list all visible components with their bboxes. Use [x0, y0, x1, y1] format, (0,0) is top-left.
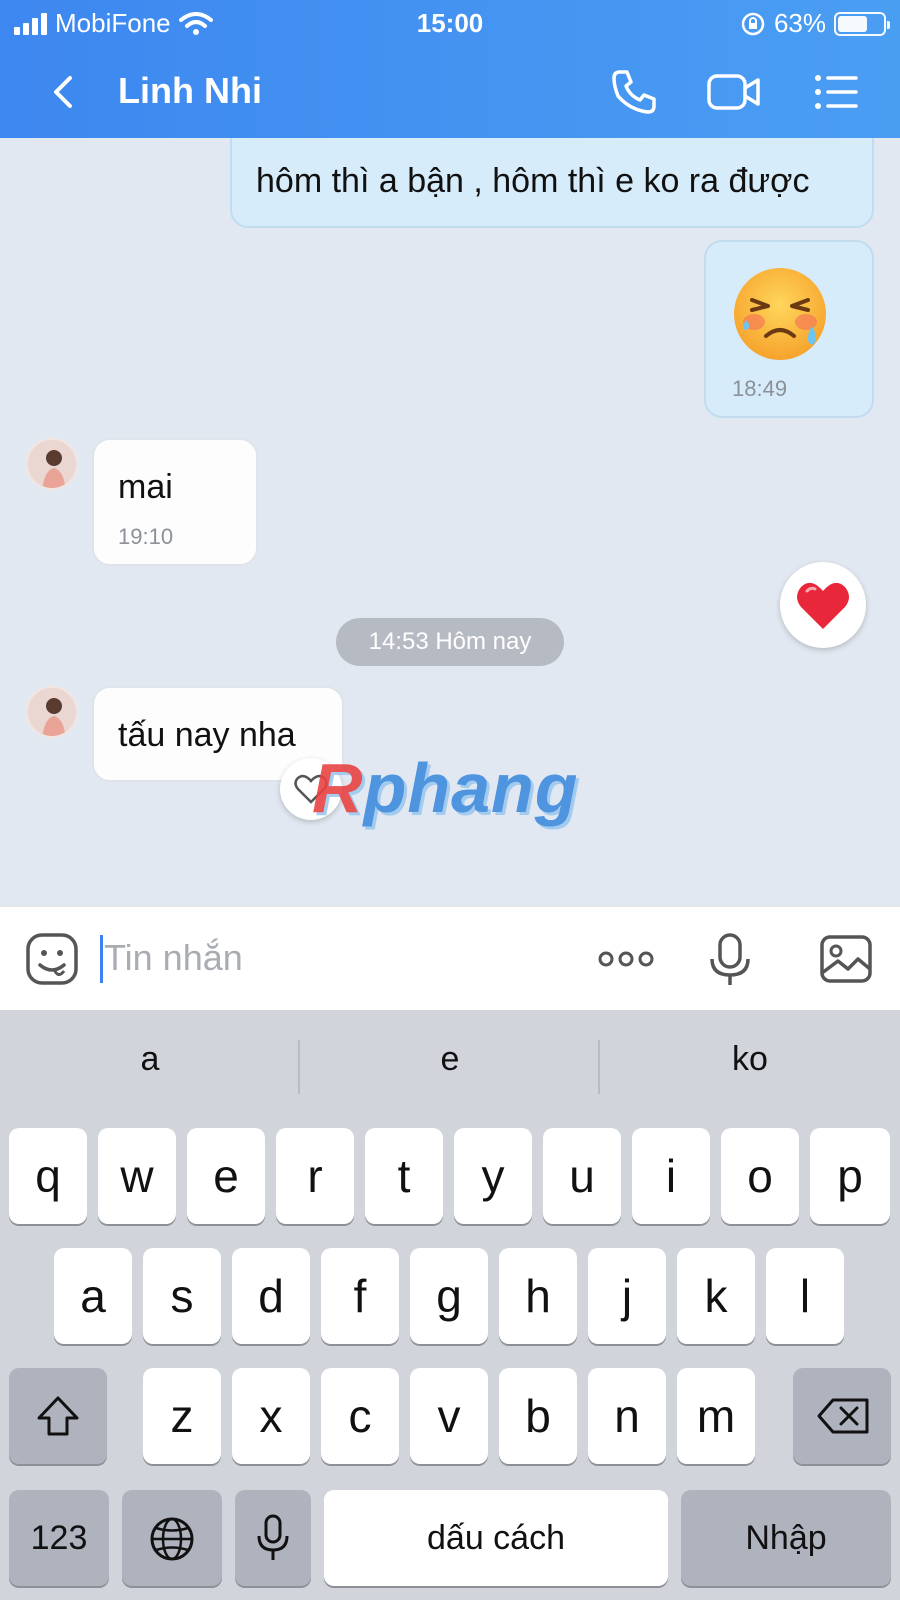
key[interactable]: u	[543, 1128, 621, 1224]
key[interactable]: m	[677, 1368, 755, 1464]
message-text: tấu nay nha	[118, 716, 296, 754]
key[interactable]: o	[721, 1128, 799, 1224]
message-time: 19:10	[118, 524, 174, 549]
chevron-left-icon[interactable]	[42, 70, 86, 114]
space-key[interactable]: dấu cách	[324, 1490, 668, 1586]
shift-key[interactable]	[9, 1368, 107, 1464]
key[interactable]: q	[9, 1128, 87, 1224]
more-icon[interactable]	[596, 931, 656, 987]
battery-percent: 63%	[773, 8, 826, 38]
phone-icon[interactable]	[608, 66, 660, 118]
key[interactable]: d	[232, 1248, 310, 1344]
keyboard: a e ko q w e r t y u i o p a s d f g h j…	[0, 1010, 900, 1600]
heart-icon	[797, 582, 849, 629]
outgoing-message[interactable]: hôm thì a bận , hôm thì e ko ra được	[230, 138, 874, 228]
avatar-photo-icon	[28, 688, 76, 736]
backspace-key[interactable]	[793, 1368, 891, 1464]
key[interactable]: b	[499, 1368, 577, 1464]
key[interactable]: s	[143, 1248, 221, 1344]
key[interactable]: t	[365, 1128, 443, 1224]
suggestion-item[interactable]: a	[0, 1040, 300, 1079]
backspace-icon	[817, 1398, 869, 1434]
battery-icon	[834, 11, 890, 36]
sticker-icon[interactable]	[24, 931, 80, 987]
nav-bar: Linh Nhi	[0, 56, 900, 128]
suggestion-item[interactable]: ko	[600, 1040, 900, 1079]
key[interactable]: i	[632, 1128, 710, 1224]
key[interactable]: g	[410, 1248, 488, 1344]
key[interactable]: v	[410, 1368, 488, 1464]
key[interactable]: k	[677, 1248, 755, 1344]
key[interactable]: z	[143, 1368, 221, 1464]
key[interactable]: c	[321, 1368, 399, 1464]
contact-name[interactable]: Linh Nhi	[118, 70, 262, 112]
key[interactable]: j	[588, 1248, 666, 1344]
key[interactable]: y	[454, 1128, 532, 1224]
message-list[interactable]: hôm thì a bận , hôm thì e ko ra được 18:…	[0, 138, 900, 906]
battery-group: 63%	[740, 8, 890, 39]
key[interactable]: n	[588, 1368, 666, 1464]
globe-icon	[150, 1517, 194, 1561]
message-time: 18:49	[732, 376, 788, 401]
numbers-key[interactable]: 123	[9, 1490, 109, 1586]
key[interactable]: p	[810, 1128, 890, 1224]
avatar-photo-icon	[28, 440, 76, 488]
dictation-icon	[257, 1514, 289, 1560]
date-divider: 14:53 Hôm nay	[336, 618, 564, 666]
heart-reaction-button[interactable]	[780, 562, 866, 648]
video-icon[interactable]	[706, 66, 762, 118]
key[interactable]: a	[54, 1248, 132, 1344]
message-text: hôm thì a bận , hôm thì e ko ra được	[256, 162, 810, 200]
image-icon[interactable]	[818, 931, 874, 987]
key[interactable]: e	[187, 1128, 265, 1224]
key[interactable]: h	[499, 1248, 577, 1344]
list-icon[interactable]	[810, 66, 862, 118]
suggestion-item[interactable]: e	[300, 1040, 600, 1079]
chat-header: MobiFone 15:00 63% Linh Nhi	[0, 0, 900, 138]
outgoing-sticker-message[interactable]: 18:49	[704, 240, 874, 418]
crying-angry-emoji-icon	[734, 268, 826, 360]
message-input[interactable]: Tin nhắn	[104, 937, 243, 979]
suggestion-bar: a e ko	[0, 1010, 900, 1126]
composer-bar: Tin nhắn	[0, 906, 900, 1010]
dictation-key[interactable]	[235, 1490, 311, 1586]
text-caret	[100, 935, 103, 983]
key[interactable]: f	[321, 1248, 399, 1344]
key[interactable]: l	[766, 1248, 844, 1344]
shift-icon	[37, 1396, 79, 1436]
message-text: mai	[118, 468, 173, 506]
incoming-message[interactable]: mai 19:10	[92, 438, 258, 566]
avatar[interactable]	[26, 686, 78, 738]
key[interactable]: w	[98, 1128, 176, 1224]
microphone-icon[interactable]	[702, 931, 758, 987]
globe-key[interactable]	[122, 1490, 222, 1586]
return-key[interactable]: Nhập	[681, 1490, 891, 1586]
avatar[interactable]	[26, 438, 78, 490]
key[interactable]: r	[276, 1128, 354, 1224]
watermark-logo: Rphang	[312, 749, 579, 827]
key[interactable]: x	[232, 1368, 310, 1464]
rotation-lock-icon	[741, 12, 765, 35]
status-bar: MobiFone 15:00 63%	[0, 0, 900, 46]
